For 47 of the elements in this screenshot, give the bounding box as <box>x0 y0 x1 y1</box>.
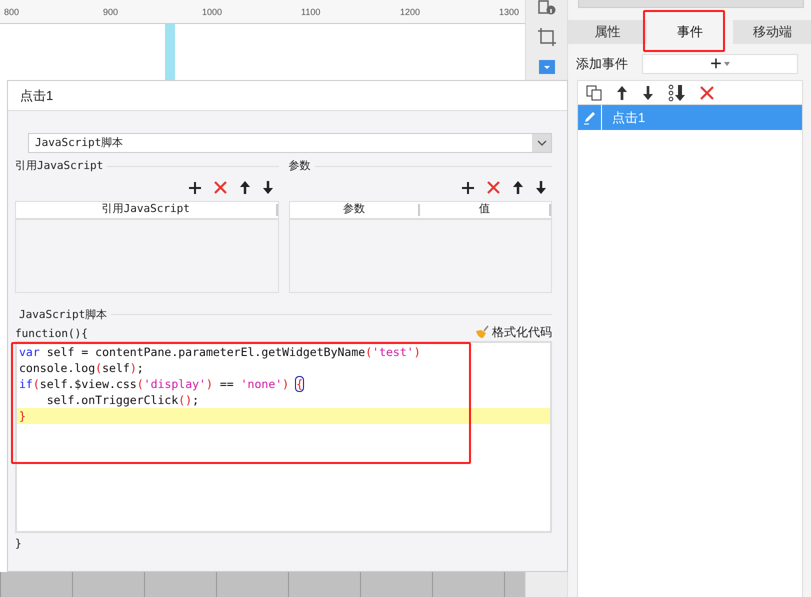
ruler-label: 1100 <box>301 8 320 17</box>
code-line: if(self.$view.css('display') == 'none') { <box>18 376 304 392</box>
add-event-label: 添加事件 <box>576 55 628 74</box>
column-header[interactable]: 参数 <box>290 204 420 216</box>
ruler-label: 900 <box>103 8 118 17</box>
section-legend: 引用JavaScript <box>15 158 104 174</box>
arrow-down-icon[interactable] <box>536 181 546 194</box>
arrow-up-icon[interactable] <box>240 181 250 194</box>
arrow-down-icon[interactable] <box>642 84 654 100</box>
delete-icon[interactable] <box>214 181 226 194</box>
tab[interactable]: 移动端 <box>733 20 811 44</box>
caret-icon <box>724 62 730 66</box>
function-header: function(){ <box>15 328 88 339</box>
ruler-label: 1000 <box>202 8 222 17</box>
ruler-label: 800 <box>4 8 20 17</box>
crop-frame-icon[interactable] <box>538 28 556 46</box>
code-line: self.onTriggerClick(); <box>46 392 200 408</box>
code-line: console.log(self); <box>18 360 145 376</box>
arrow-up-icon[interactable] <box>616 84 628 100</box>
move-to-bottom-icon[interactable] <box>668 84 686 102</box>
pencil-icon <box>582 110 596 124</box>
dropdown-widget-icon[interactable] <box>538 60 554 74</box>
chevron-down-icon <box>536 140 546 146</box>
tab[interactable]: 属性 <box>568 20 647 44</box>
brush-icon <box>475 325 489 339</box>
copy-icon[interactable] <box>586 84 602 100</box>
column-guide <box>165 24 175 82</box>
ruler-label: 1300 <box>499 8 520 17</box>
plus-icon[interactable] <box>188 182 200 194</box>
format-code-button[interactable]: 格式化代码 <box>475 325 552 339</box>
dialog-title: 点击1 <box>20 86 54 105</box>
function-footer: } <box>15 537 22 550</box>
delete-icon[interactable] <box>487 181 500 194</box>
info-icon[interactable] <box>538 0 556 16</box>
type-select[interactable]: JavaScript脚本 <box>28 133 552 153</box>
section-legend: 参数 <box>288 158 310 174</box>
column-header[interactable]: 值 <box>420 204 551 216</box>
add-event-dropdown[interactable]: + <box>642 54 798 74</box>
plus-icon[interactable] <box>462 182 474 194</box>
arrow-down-icon[interactable] <box>262 181 272 194</box>
code-editor[interactable]: var self = contentPane.parameterEl.getWidgetByName('test') console.log(self); if(self.$view.css('display') == 'none') { self.onTriggerClick(); } <box>15 341 552 533</box>
delete-icon[interactable] <box>700 86 714 100</box>
arrow-up-icon[interactable] <box>513 181 523 194</box>
ruler-label: 1200 <box>400 8 420 17</box>
event-label: 点击1 <box>612 108 646 127</box>
section-legend: JavaScript脚本 <box>15 306 108 323</box>
code-line: var self = contentPane.parameterEl.getWidgetByName('test') <box>18 344 422 360</box>
